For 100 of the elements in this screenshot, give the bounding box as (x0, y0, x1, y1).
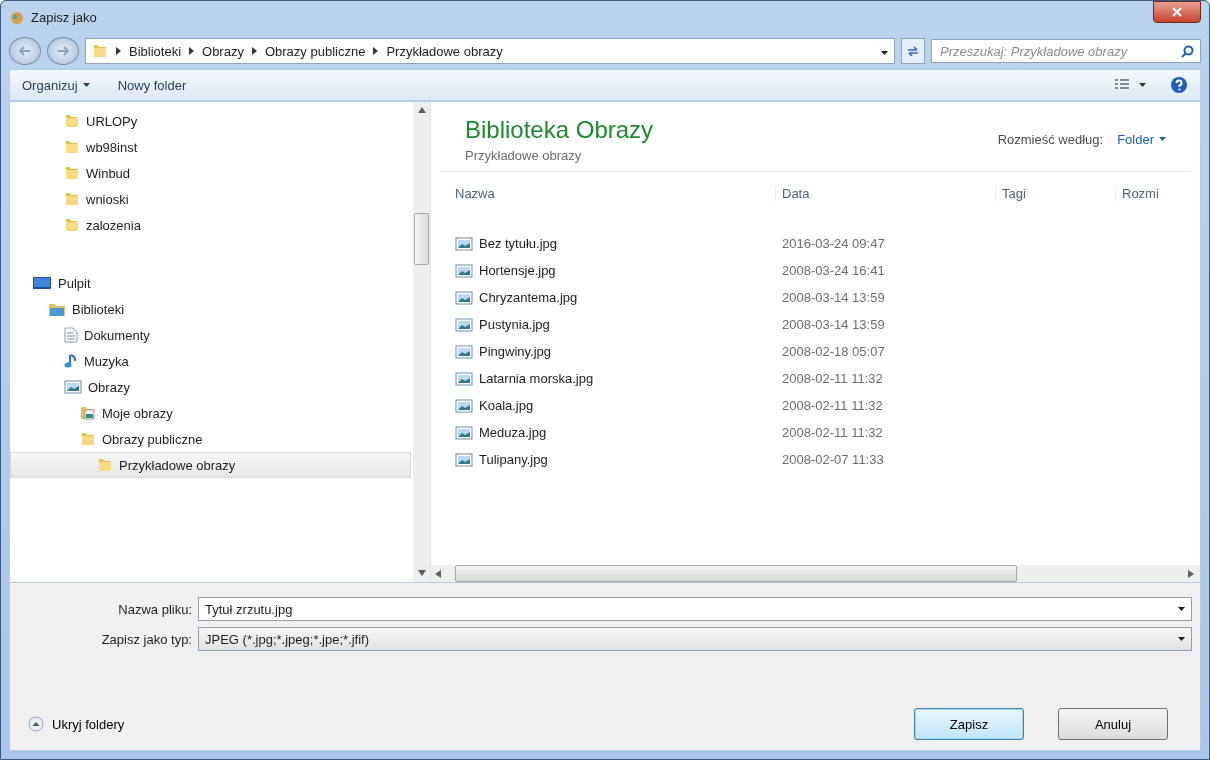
library-title: Biblioteka Obrazy (465, 116, 654, 144)
breadcrumb[interactable]: Obrazy (202, 43, 244, 59)
file-type-dropdown[interactable]: JPEG (*.jpg;*.jpeg;*.jpe;*.jfif) (198, 627, 1192, 651)
folder-icon (64, 217, 80, 233)
hide-folders-button[interactable]: Ukryj foldery (28, 716, 125, 732)
breadcrumb[interactable]: Obrazy publiczne (264, 43, 366, 59)
folder-icon (64, 191, 80, 207)
arrange-label: Rozmieść według: (997, 132, 1104, 147)
file-item[interactable]: Tulipany.jpg (455, 451, 775, 468)
caret-icon (1178, 636, 1185, 642)
chevron-icon (116, 47, 121, 55)
file-type-label: Zapisz jako typ: (100, 631, 193, 647)
file-item[interactable]: Pingwiny.jpg (455, 343, 775, 360)
tree-item[interactable]: Muzyka (10, 348, 411, 374)
folder-icon (92, 43, 108, 59)
details-view-icon (1115, 79, 1129, 91)
date-cell-text: 2008-02-11 11:32 (781, 425, 884, 440)
folder-icon (97, 457, 113, 473)
tree-item[interactable]: Winbud (10, 160, 411, 186)
scroll-arrow-icon[interactable] (1188, 569, 1196, 578)
date-cell-text: 2008-02-18 05:07 (781, 344, 886, 359)
folder-icon (64, 165, 80, 181)
date-cell-text: 2008-03-14 13:59 (781, 317, 886, 332)
refresh-icon (907, 46, 919, 56)
caret-icon (1178, 606, 1185, 612)
file-item[interactable]: Meduza.jpg (455, 424, 775, 441)
app-icon (9, 9, 25, 25)
arrange-dropdown[interactable]: Folder (1117, 132, 1166, 147)
picture-file-icon (455, 397, 473, 414)
date-cell-text: 2016-03-24 09:47 (781, 236, 886, 251)
cancel-button[interactable]: Anuluj (1058, 708, 1168, 740)
folder-icon (64, 113, 80, 129)
organize-menu[interactable]: Organizuj (22, 77, 90, 93)
tree-item[interactable]: wb98inst (10, 134, 411, 160)
caret-icon (1159, 137, 1166, 142)
breadcrumb[interactable]: Przykładowe obrazy (386, 43, 503, 59)
vertical-scrollbar[interactable] (413, 102, 430, 582)
file-item[interactable]: Chryzantema.jpg (455, 289, 775, 306)
tree-item[interactable]: Przykładowe obrazy (10, 452, 411, 478)
picture-file-icon (455, 289, 473, 306)
forward-arrow-icon (57, 46, 69, 56)
caret-icon (82, 82, 90, 88)
picture-file-icon (455, 235, 473, 252)
caret-icon (881, 50, 888, 56)
filename-field[interactable]: Tytuł zrzutu.jpg (198, 597, 1192, 621)
file-item[interactable]: Hortensje.jpg (455, 262, 775, 279)
scrollbar-thumb[interactable] (414, 213, 429, 265)
file-item[interactable]: Bez tytułu.jpg (455, 235, 775, 252)
column-header[interactable]: Tagi (995, 185, 1115, 201)
tree-item[interactable]: Pulpit (10, 270, 411, 296)
file-item[interactable]: Latarnia morska.jpg (455, 370, 775, 387)
back-arrow-icon (19, 46, 31, 56)
tree-item[interactable]: Biblioteki (10, 296, 411, 322)
date-cell-text: 2008-02-11 11:32 (781, 371, 884, 386)
folder-icon (64, 139, 80, 155)
column-header[interactable]: Data (775, 185, 995, 201)
date-cell-text: 2008-02-11 11:32 (781, 398, 884, 413)
library-icon (48, 301, 66, 317)
tree-item[interactable]: Obrazy publiczne (10, 426, 411, 452)
music-note-icon (64, 353, 78, 369)
refresh-button[interactable] (901, 38, 925, 64)
date-cell-text: 2008-03-14 13:59 (781, 290, 886, 305)
new-folder-button[interactable]: Nowy folder (117, 77, 187, 93)
scroll-arrow-icon[interactable] (417, 106, 426, 115)
address-bar[interactable]: Biblioteki Obrazy Obrazy publiczne Przykładowe obrazy (85, 38, 895, 64)
tree-item[interactable]: URLOPy (10, 108, 411, 134)
file-item[interactable]: Koala.jpg (455, 397, 775, 414)
filename-label: Nazwa pliku: (117, 601, 193, 617)
file-item[interactable]: Pustynia.jpg (455, 316, 775, 333)
save-button[interactable]: Zapisz (914, 708, 1024, 740)
column-header[interactable]: Nazwa (455, 185, 775, 201)
search-icon (1181, 44, 1194, 58)
picture-file-icon (64, 379, 82, 395)
tree-item[interactable]: Obrazy (10, 374, 411, 400)
tree-item[interactable]: wnioski (10, 186, 411, 212)
date-cell-text: 2008-03-24 16:41 (781, 263, 886, 278)
picture-file-icon (455, 370, 473, 387)
window-title: Zapisz jako (31, 9, 97, 25)
chevron-icon (189, 47, 195, 55)
chevron-icon (251, 47, 257, 55)
caret-icon (1139, 82, 1146, 88)
date-cell-text: 2008-02-07 11:33 (781, 452, 885, 467)
breadcrumb[interactable]: Biblioteki (129, 43, 182, 59)
picture-file-icon (455, 316, 473, 333)
column-header[interactable]: Rozmi (1115, 185, 1200, 201)
close-button[interactable] (1153, 1, 1201, 23)
chevron-icon (373, 47, 379, 55)
collapse-icon (28, 716, 44, 732)
scrollbar-thumb[interactable] (455, 565, 1017, 582)
help-icon[interactable] (1170, 76, 1188, 94)
search-field[interactable]: Przeszukaj: Przykładowe obrazy (931, 39, 1201, 63)
tree-item[interactable]: Dokumenty (10, 322, 411, 348)
view-options-button[interactable] (1115, 79, 1146, 91)
picture-file-icon (455, 424, 473, 441)
tree-item[interactable]: Moje obrazy (10, 400, 411, 426)
library-subtitle: Przykładowe obrazy (465, 148, 583, 163)
picture-file-icon (455, 451, 473, 468)
picture-folder-icon (80, 405, 96, 421)
horizontal-scrollbar[interactable] (431, 565, 1200, 582)
tree-item[interactable]: zalozenia (10, 212, 411, 238)
